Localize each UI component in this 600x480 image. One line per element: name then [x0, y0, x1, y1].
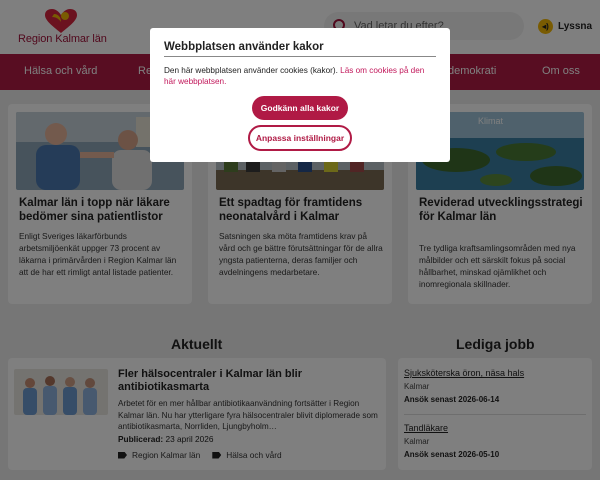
accept-all-cookies-button[interactable]: Godkänn alla kakor: [252, 96, 348, 120]
cookie-dialog-divider: [164, 56, 436, 57]
cookie-dialog-title: Webbplatsen använder kakor: [164, 41, 324, 53]
customize-settings-button[interactable]: Anpassa inställningar: [248, 125, 352, 151]
cookie-dialog-text: Den här webbplatsen använder cookies (ka…: [164, 65, 438, 87]
cookie-text: Den här webbplatsen använder cookies (ka…: [164, 66, 338, 75]
cookie-dialog: Webbplatsen använder kakor Den här webbp…: [150, 28, 450, 162]
